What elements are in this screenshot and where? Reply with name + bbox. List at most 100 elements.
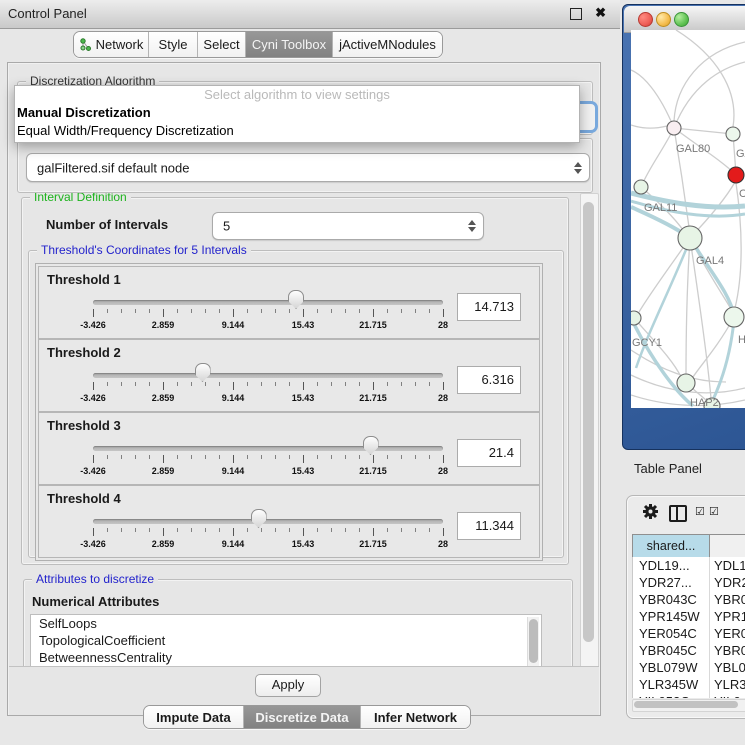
checkbox-icon[interactable]: ☑ [695, 505, 705, 518]
tab-impute-data-label: Impute Data [156, 710, 230, 725]
tab-discretize-data[interactable]: Discretize Data [244, 706, 361, 728]
threshold-1-panel: Threshold 1 -3.4262.8599.14415.4321.7152… [38, 266, 540, 339]
table-row[interactable]: YER054CYER0 [633, 625, 745, 642]
threshold-4-handle[interactable] [251, 509, 267, 528]
table-row[interactable]: YBR045CYBR0 [633, 642, 745, 659]
attributes-scrollbar[interactable] [527, 617, 539, 666]
table-panel-widget: ☑ ☑ shared... na YDL19...YDL1YDR27...YDR… [626, 495, 745, 719]
table-row[interactable]: YLR345WYLR3 [633, 676, 745, 693]
attributes-group-title: Attributes to discretize [32, 572, 158, 586]
threshold-1-slider[interactable] [93, 300, 443, 305]
stepper-arrows-icon[interactable] [574, 162, 582, 174]
threshold-2-panel: Threshold 2 -3.4262.8599.14415.4321.7152… [38, 339, 540, 412]
node-gal80[interactable] [667, 121, 681, 135]
close-icon[interactable]: ✖ [595, 5, 606, 21]
tab-cyni-toolbox[interactable]: Cyni Toolbox [246, 32, 333, 57]
threshold-3-value-field[interactable]: 21.4 [457, 439, 521, 467]
table-panel-title: Table Panel [634, 461, 702, 476]
cyni-mode-tab-bar: Impute Data Discretize Data Infer Networ… [143, 705, 471, 729]
tab-network-label: Network [96, 37, 144, 52]
label-gcy1: GCY1 [632, 337, 662, 349]
node-gal4[interactable] [678, 226, 702, 250]
table-row[interactable]: YDR27...YDR2 [633, 574, 745, 591]
zoom-traffic-light[interactable] [674, 12, 689, 27]
checkbox-icon[interactable]: ☑ [709, 505, 719, 518]
threshold-2-label: Threshold 2 [47, 345, 121, 360]
slider-ticks [93, 455, 443, 464]
tab-select[interactable]: Select [198, 32, 246, 57]
label-gal4: GAL4 [696, 255, 724, 267]
tab-jactivemnodules[interactable]: jActiveMNodules [333, 32, 442, 57]
tab-network[interactable]: Network [74, 32, 149, 57]
attribute-item[interactable]: TopologicalCoefficient [31, 632, 541, 649]
tab-infer-network[interactable]: Infer Network [361, 706, 470, 728]
label-gal11: GAL11 [644, 202, 677, 214]
stepper-arrows-icon[interactable] [468, 220, 476, 232]
attribute-item[interactable]: BetweennessCentrality [31, 649, 541, 666]
threshold-4-slider[interactable] [93, 519, 443, 524]
slider-ticks [93, 309, 443, 318]
tab-cyni-toolbox-label: Cyni Toolbox [252, 37, 326, 52]
node-gcy1[interactable] [631, 311, 641, 325]
numerical-attributes-list[interactable]: SelfLoopsTopologicalCoefficientBetweenne… [30, 614, 542, 666]
column-header-name[interactable]: na [710, 535, 745, 557]
label-clipped-top-right: GA [736, 148, 745, 160]
node-red-selected[interactable] [728, 167, 744, 183]
node-clipped-top-right[interactable] [726, 127, 740, 141]
tab-impute-data[interactable]: Impute Data [144, 706, 244, 728]
threshold-3-handle[interactable] [363, 436, 379, 455]
network-canvas[interactable]: GAL80 GA C GAL11 GAL4 GCY1 HA HAP2 [631, 30, 745, 408]
interval-definition-title: Interval Definition [30, 193, 131, 204]
table-row[interactable]: YBL079WYBL0 [633, 659, 745, 676]
attribute-item[interactable]: SelfLoops [31, 615, 541, 632]
network-window-titlebar[interactable] [624, 6, 745, 33]
table-row[interactable]: YDL19...YDL1 [633, 557, 745, 574]
settings-scroll-viewport: Interval Definition Number of Intervals … [17, 193, 579, 666]
tab-style[interactable]: Style [149, 32, 198, 57]
label-hap2: HAP2 [690, 397, 719, 408]
tab-select-label: Select [203, 37, 239, 52]
tab-jactivemnodules-label: jActiveMNodules [339, 37, 436, 52]
slider-scale-labels: -3.4262.8599.14415.4321.71528 [93, 539, 443, 551]
label-clipped-h: HA [738, 334, 745, 346]
table-row[interactable]: YBR043CYBR0 [633, 591, 745, 608]
threshold-4-label: Threshold 4 [47, 491, 121, 506]
slider-ticks [93, 528, 443, 537]
table-row[interactable]: YPR145WYPR1 [633, 608, 745, 625]
cyni-toolbox-panel: Discretization Algorithm Table Data galF… [7, 62, 601, 716]
node-clipped-mid-right[interactable] [724, 307, 744, 327]
gear-icon[interactable] [642, 503, 659, 520]
network-icon [79, 38, 92, 51]
algorithm-hint-item[interactable]: Select algorithm to view settings [15, 86, 579, 104]
panel-scrollbar[interactable] [580, 193, 599, 668]
threshold-3-label: Threshold 3 [47, 418, 121, 433]
number-of-intervals-label: Number of Intervals [46, 217, 168, 232]
minimize-traffic-light[interactable] [656, 12, 671, 27]
threshold-coordinates-group: Threshold's Coordinates for 5 Intervals … [28, 250, 564, 558]
split-columns-icon[interactable] [669, 505, 687, 522]
node-gal11[interactable] [634, 180, 648, 194]
threshold-2-slider[interactable] [93, 373, 443, 378]
apply-button[interactable]: Apply [255, 674, 321, 697]
threshold-1-handle[interactable] [288, 290, 304, 309]
slider-scale-labels: -3.4262.8599.14415.4321.71528 [93, 320, 443, 332]
tab-discretize-data-label: Discretize Data [255, 710, 348, 725]
algorithm-option-equal-width[interactable]: Equal Width/Frequency Discretization [15, 122, 579, 140]
slider-scale-labels: -3.4262.8599.14415.4321.71528 [93, 466, 443, 478]
algorithm-option-manual[interactable]: Manual Discretization [15, 104, 579, 122]
table-data-combobox[interactable]: galFiltered.sif default node [26, 153, 590, 182]
float-window-icon[interactable] [570, 8, 582, 20]
threshold-coordinates-title: Threshold's Coordinates for 5 Intervals [37, 243, 251, 257]
close-traffic-light[interactable] [638, 12, 653, 27]
node-hap2[interactable] [677, 374, 695, 392]
threshold-2-handle[interactable] [195, 363, 211, 382]
table-horizontal-scrollbar[interactable] [632, 699, 745, 712]
threshold-1-value-field[interactable]: 14.713 [457, 293, 521, 321]
column-header-shared-name[interactable]: shared... [632, 535, 710, 557]
threshold-3-slider[interactable] [93, 446, 443, 451]
threshold-2-value-field[interactable]: 6.316 [457, 366, 521, 394]
number-of-intervals-combobox[interactable]: 5 [212, 212, 484, 240]
interval-definition-group: Interval Definition Number of Intervals … [21, 197, 569, 565]
table-row[interactable]: YIL052CYIL0 [633, 693, 745, 698]
threshold-4-value-field[interactable]: 11.344 [457, 512, 521, 540]
